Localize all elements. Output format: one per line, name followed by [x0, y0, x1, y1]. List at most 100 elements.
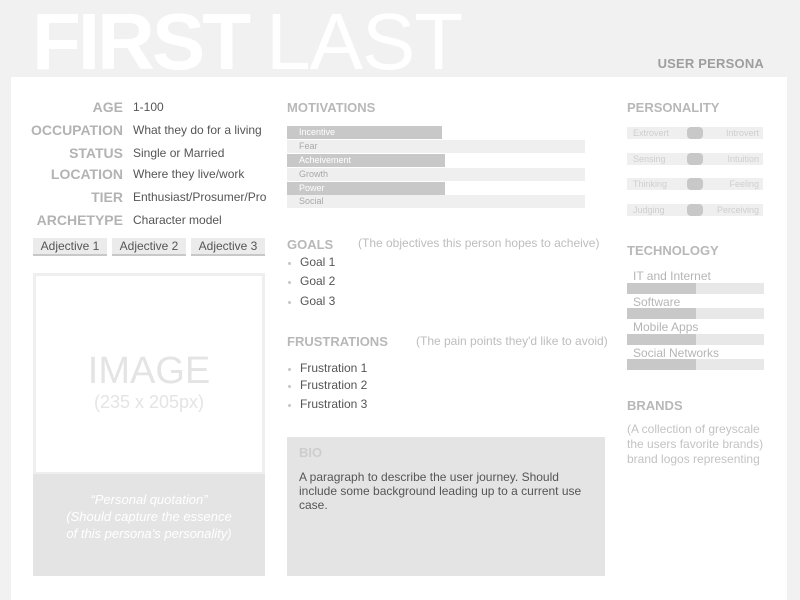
frustrations-heading: FRUSTRATIONS	[287, 334, 388, 349]
bio-panel: BIO A paragraph to describe the user jou…	[287, 437, 605, 576]
field-label: OCCUPATION	[30, 122, 123, 138]
image-placeholder-label: IMAGE	[87, 350, 211, 392]
document-type-label: USER PERSONA	[657, 56, 764, 71]
frustration-item: Frustration 2	[288, 378, 368, 392]
adjective-tag: Adjective 3	[191, 238, 265, 256]
frustration-item: Frustration 3	[288, 397, 368, 411]
frustration-text: Frustration 2	[300, 378, 368, 392]
field-value: 1-100	[133, 100, 164, 114]
personality-slider: Judging Perceiving	[627, 204, 763, 216]
bullet-icon	[288, 385, 291, 388]
motivation-label: Power	[299, 183, 325, 193]
goal-item: Goal 1	[288, 255, 336, 269]
technology-fill	[627, 283, 696, 294]
technology-bar	[627, 334, 764, 345]
persona-name: FIRST LAST	[32, 2, 463, 82]
technology-heading: TECHNOLOGY	[627, 243, 719, 258]
brands-text: (A collection of greyscale the users fav…	[627, 422, 764, 466]
motivation-track	[287, 168, 585, 181]
technology-bar	[627, 283, 764, 294]
motivation-bar: Fear	[287, 140, 585, 153]
trait-right-label: Introvert	[725, 128, 759, 138]
profile-field-age: AGE 1-100	[11, 99, 271, 120]
motivation-label: Acheivement	[299, 155, 352, 165]
motivation-bar: Acheivement	[287, 154, 585, 167]
motivation-bar: Incentive	[287, 126, 585, 139]
technology-label: Mobile Apps	[633, 320, 699, 334]
goal-item: Goal 2	[288, 274, 336, 288]
field-value: Single or Married	[133, 146, 225, 160]
slider-knob	[687, 204, 703, 216]
bio-heading: BIO	[299, 445, 323, 460]
trait-left-label: Sensing	[633, 154, 666, 164]
field-label: TIER	[91, 189, 123, 205]
adjective-tag: Adjective 1	[33, 238, 107, 256]
personality-slider: Thinking Feeling	[627, 178, 763, 190]
first-name: FIRST	[32, 0, 251, 86]
trait-right-label: Intuition	[727, 154, 759, 164]
slider-knob	[687, 153, 703, 165]
frustrations-note: (The pain points they'd like to avoid)	[416, 334, 608, 348]
field-label: LOCATION	[50, 166, 123, 182]
motivation-bar: Power	[287, 182, 585, 195]
profile-field-status: STATUS Single or Married	[11, 145, 271, 166]
personality-heading: PERSONALITY	[627, 100, 720, 115]
goals-note: (The objectives this person hopes to ach…	[358, 236, 600, 250]
field-value: What they do for a living	[133, 123, 262, 137]
profile-field-occupation: OCCUPATION What they do for a living	[11, 122, 271, 143]
persona-sheet: AGE 1-100 OCCUPATION What they do for a …	[11, 77, 787, 600]
field-label: STATUS	[69, 145, 123, 161]
motivation-label: Fear	[299, 141, 318, 151]
bullet-icon	[288, 301, 291, 304]
motivation-track	[287, 140, 585, 153]
technology-bar	[627, 308, 764, 319]
motivation-track	[287, 195, 585, 208]
technology-bar	[627, 359, 764, 370]
bullet-icon	[288, 262, 291, 265]
motivation-bar: Growth	[287, 168, 585, 181]
frustration-item: Frustration 1	[288, 361, 367, 375]
brands-heading: BRANDS	[627, 398, 683, 413]
technology-label: Software	[633, 295, 681, 309]
frustration-text: Frustration 3	[300, 397, 368, 411]
trait-left-label: Extrovert	[633, 128, 670, 138]
adjective-tags: Adjective 1 Adjective 2 Adjective 3	[33, 238, 265, 256]
goal-text: Goal 2	[300, 274, 336, 288]
field-label: ARCHETYPE	[36, 212, 123, 228]
technology-fill	[627, 308, 696, 319]
quote-line: “Personal quotation”	[90, 492, 208, 507]
technology-label: IT and Internet	[633, 269, 711, 283]
motivation-label: Growth	[299, 169, 329, 179]
profile-field-location: LOCATION Where they live/work	[11, 166, 271, 187]
quote-line: of this persona’s personality)	[66, 526, 232, 541]
trait-right-label: Perceiving	[716, 205, 759, 215]
image-placeholder-size: (235 x 205px)	[93, 392, 205, 412]
adjective-tag: Adjective 2	[112, 238, 186, 256]
last-name: LAST	[266, 0, 463, 86]
field-value: Where they live/work	[133, 167, 245, 181]
personality-slider: Sensing Intuition	[627, 153, 763, 165]
personality-slider: Extrovert Introvert	[627, 127, 763, 139]
field-value: Character model	[133, 213, 222, 227]
motivation-label: Social	[299, 196, 324, 206]
slider-knob	[687, 178, 703, 190]
motivation-bar: Social	[287, 195, 585, 208]
bullet-icon	[288, 368, 291, 371]
technology-label: Social Networks	[633, 346, 720, 360]
personal-quote: “Personal quotation” (Should capture the…	[33, 474, 265, 576]
motivation-label: Incentive	[299, 127, 336, 137]
field-label: AGE	[92, 99, 123, 115]
profile-field-archetype: ARCHETYPE Character model	[11, 212, 271, 233]
goal-item: Goal 3	[288, 294, 336, 308]
bullet-icon	[288, 404, 291, 407]
persona-image-placeholder: IMAGE (235 x 205px)	[33, 273, 265, 475]
trait-left-label: Thinking	[633, 179, 668, 189]
motivations-heading: MOTIVATIONS	[287, 100, 376, 115]
goal-text: Goal 3	[300, 294, 336, 308]
technology-fill	[627, 359, 696, 370]
goal-text: Goal 1	[300, 255, 336, 269]
field-value: Enthusiast/Prosumer/Pro	[133, 190, 267, 204]
quote-line: (Should capture the essence	[66, 509, 232, 524]
goals-heading: GOALS	[287, 237, 334, 252]
trait-left-label: Judging	[633, 205, 665, 215]
